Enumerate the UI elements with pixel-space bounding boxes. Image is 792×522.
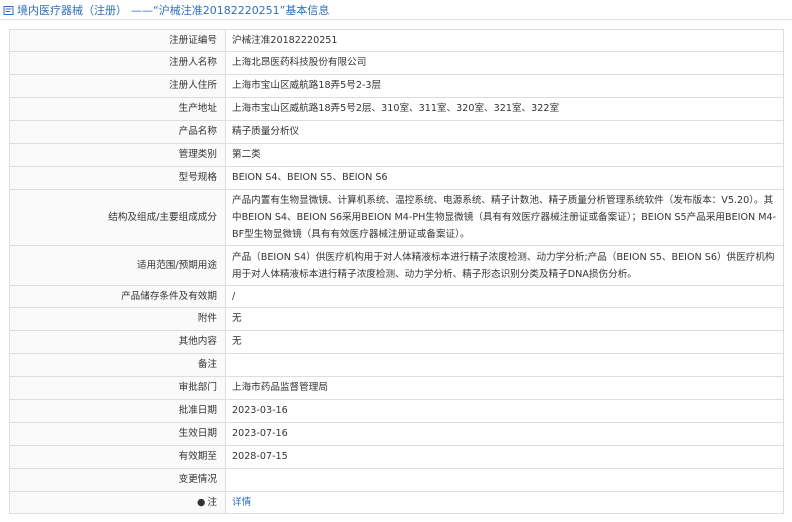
- field-label: 其他内容: [9, 330, 226, 354]
- table-row: 注册证编号 沪械注准20182220251: [9, 29, 784, 52]
- folder-icon: [3, 5, 14, 16]
- table-row: 型号规格 BEION S4、BEION S5、BEION S6: [9, 166, 784, 190]
- field-label: 型号规格: [9, 166, 226, 190]
- field-label: 注册证编号: [9, 29, 226, 52]
- field-label: 适用范围/预期用途: [9, 245, 226, 286]
- field-label: 审批部门: [9, 376, 226, 400]
- field-value-other: 无: [225, 330, 784, 354]
- field-label: 产品储存条件及有效期: [9, 285, 226, 308]
- field-value-product-name: 精子质量分析仪: [225, 120, 784, 144]
- table-row: 产品储存条件及有效期 /: [9, 285, 784, 308]
- field-value-registrant-name: 上海北昂医药科技股份有限公司: [225, 51, 784, 75]
- field-value-registration-number: 沪械注准20182220251: [225, 29, 784, 52]
- table-row: 其他内容 无: [9, 330, 784, 354]
- table-row: 生产地址 上海市宝山区威航路18弄5号2层、310室、311室、320室、321…: [9, 97, 784, 121]
- field-value-intended-use: 产品（BEION S4）供医疗机构用于对人体精液标本进行精子浓度检测、动力学分析…: [225, 245, 784, 286]
- field-value-approval-date: 2023-03-16: [225, 399, 784, 423]
- field-value-structure: 产品内置有生物显微镜、计算机系统、温控系统、电源系统、精子计数池、精子质量分析管…: [225, 189, 784, 246]
- details-link[interactable]: 详情: [232, 497, 251, 508]
- field-label: 注册人住所: [9, 74, 226, 98]
- table-row: 注册人名称 上海北昂医药科技股份有限公司: [9, 51, 784, 75]
- table-row: 变更情况: [9, 468, 784, 492]
- field-value-remarks: [225, 353, 784, 377]
- field-label: 结构及组成/主要组成成分: [9, 189, 226, 246]
- breadcrumb-category[interactable]: 境内医疗器械（注册）: [17, 4, 127, 17]
- field-value-model-spec: BEION S4、BEION S5、BEION S6: [225, 166, 784, 190]
- field-label: 变更情况: [9, 468, 226, 492]
- field-value-changes: [225, 468, 784, 492]
- table-row: 管理类别 第二类: [9, 143, 784, 167]
- table-row: 审批部门 上海市药品监督管理局: [9, 376, 784, 400]
- breadcrumb: 境内医疗器械（注册） ——“沪械注准20182220251”基本信息: [0, 0, 792, 20]
- field-value-storage: /: [225, 285, 784, 308]
- breadcrumb-current: ——“沪械注准20182220251”基本信息: [131, 4, 330, 17]
- details-cell: 详情: [225, 491, 784, 514]
- location-pin-icon: ●: [197, 496, 206, 508]
- field-label: 批准日期: [9, 399, 226, 423]
- field-value-management-class: 第二类: [225, 143, 784, 167]
- table-row: 注册人住所 上海市宝山区威航路18弄5号2-3层: [9, 74, 784, 98]
- field-label: 备注: [9, 353, 226, 377]
- field-value-registrant-address: 上海市宝山区威航路18弄5号2-3层: [225, 74, 784, 98]
- field-value-production-address: 上海市宝山区威航路18弄5号2层、310室、311室、320室、321室、322…: [225, 97, 784, 121]
- registration-info-table: 注册证编号 沪械注准20182220251 注册人名称 上海北昂医药科技股份有限…: [9, 29, 784, 514]
- field-label: 管理类别: [9, 143, 226, 167]
- note-label: ● 注: [9, 491, 226, 514]
- table-row: 备注: [9, 353, 784, 377]
- field-label: 产品名称: [9, 120, 226, 144]
- table-row: 结构及组成/主要组成成分 产品内置有生物显微镜、计算机系统、温控系统、电源系统、…: [9, 189, 784, 246]
- table-row: ● 注 详情: [9, 491, 784, 514]
- field-label: 附件: [9, 307, 226, 331]
- field-label: 注册人名称: [9, 51, 226, 75]
- table-row: 生效日期 2023-07-16: [9, 422, 784, 446]
- field-label: 生效日期: [9, 422, 226, 446]
- field-value-effective-date: 2023-07-16: [225, 422, 784, 446]
- field-label: 生产地址: [9, 97, 226, 121]
- table-row: 适用范围/预期用途 产品（BEION S4）供医疗机构用于对人体精液标本进行精子…: [9, 245, 784, 286]
- field-value-expiry-date: 2028-07-15: [225, 445, 784, 469]
- table-row: 附件 无: [9, 307, 784, 331]
- field-value-approval-dept: 上海市药品监督管理局: [225, 376, 784, 400]
- field-value-attachments: 无: [225, 307, 784, 331]
- title-divider: [0, 19, 792, 20]
- table-row: 产品名称 精子质量分析仪: [9, 120, 784, 144]
- field-label: 注: [207, 496, 217, 508]
- table-row: 批准日期 2023-03-16: [9, 399, 784, 423]
- field-label: 有效期至: [9, 445, 226, 469]
- table-row: 有效期至 2028-07-15: [9, 445, 784, 469]
